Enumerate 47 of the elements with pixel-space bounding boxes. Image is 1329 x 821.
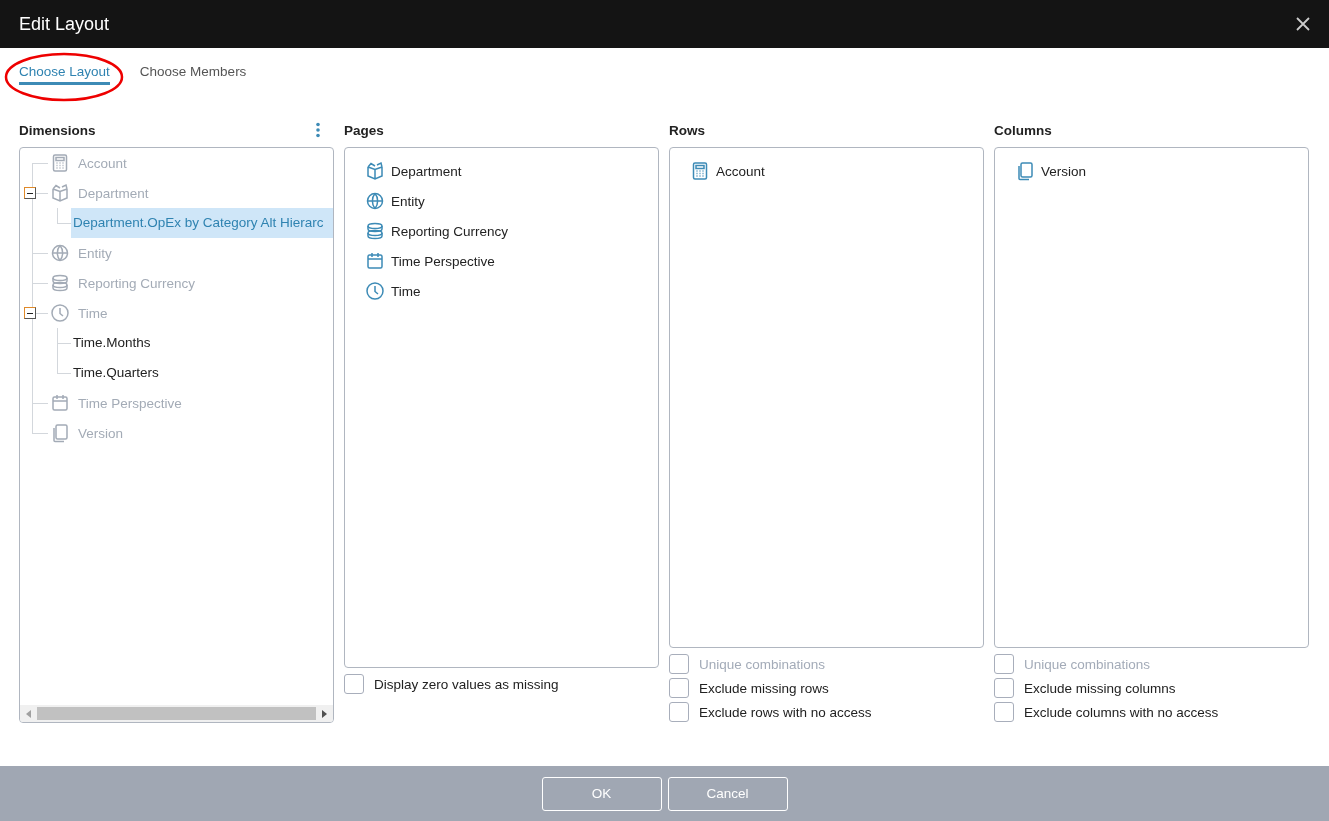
checkbox[interactable] [994,678,1014,698]
clock-icon [365,281,385,301]
scroll-left-icon[interactable] [26,709,31,718]
calculator-icon [50,153,70,173]
dimension-item[interactable]: Entity [391,193,425,209]
kebab-menu-icon[interactable] [315,122,321,138]
tab[interactable]: Choose Members [139,64,247,85]
checkbox[interactable] [669,678,689,698]
globe-icon [365,191,385,211]
calculator-icon [690,161,710,181]
close-icon[interactable] [1295,16,1311,32]
checkbox[interactable] [344,674,364,694]
dimension-item[interactable]: Account [716,163,765,179]
scroll-right-icon[interactable] [322,709,327,718]
globe-icon [50,243,70,263]
checkbox-label: Exclude missing rows [699,680,829,696]
clock-icon [50,303,70,323]
dimension-item[interactable]: Version [1041,163,1087,179]
drop-zone[interactable]: Version [994,147,1309,648]
calendar-icon [365,251,385,271]
section-heading: Columns [994,122,1052,138]
cube-icon [50,183,70,203]
checkbox-label: Exclude missing columns [1024,680,1176,696]
checkbox-label: Unique combinations [699,656,826,672]
section-heading: Rows [669,122,705,138]
dimension-item[interactable]: Time [391,283,421,299]
copy-icon [50,423,70,443]
section-heading: Dimensions [19,122,96,138]
drop-zone[interactable]: Account [669,147,984,648]
dimension-item[interactable]: Reporting Currency [391,223,509,239]
checkbox-label: Display zero values as missing [374,676,559,692]
dimension-item[interactable]: Department [391,163,462,179]
checkbox-label: Unique combinations [1024,656,1151,672]
dimension-item[interactable]: Time Perspective [391,253,495,269]
horizontal-scrollbar[interactable] [20,705,333,722]
coins-icon [365,221,385,241]
coins-icon [50,273,70,293]
checkbox[interactable] [669,702,689,722]
calendar-icon [50,393,70,413]
cube-icon [365,161,385,181]
drop-zone[interactable]: Department Entity Reporting Currency Time Perspective Time [344,147,659,668]
section-heading: Pages [344,122,384,138]
copy-icon [1015,161,1035,181]
checkbox-label: Exclude columns with no access [1024,704,1219,720]
checkbox-label: Exclude rows with no access [699,704,872,720]
checkbox[interactable] [994,702,1014,722]
window-title: Edit Layout [19,13,110,35]
